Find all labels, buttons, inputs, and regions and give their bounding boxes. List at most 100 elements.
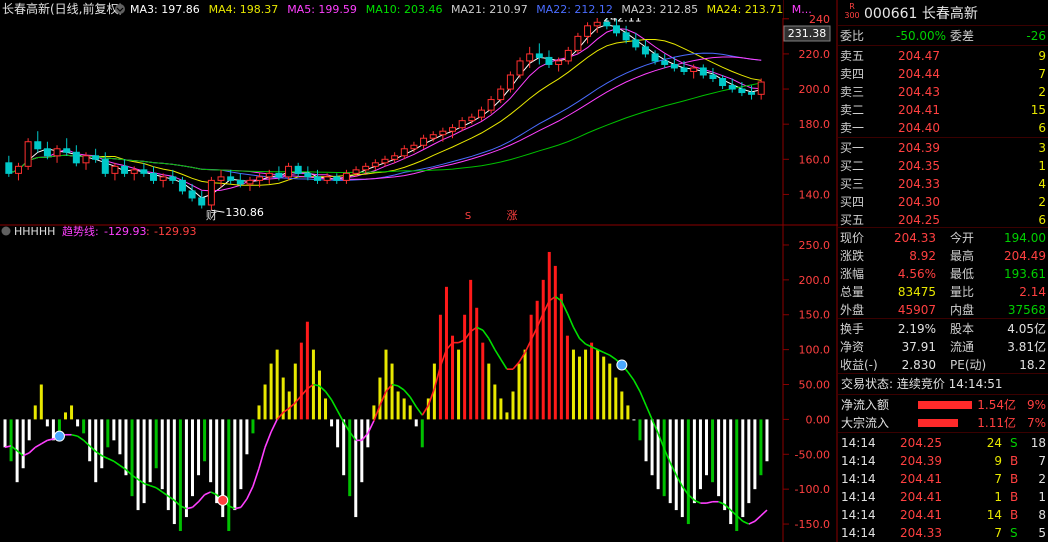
stat-row-2[interactable]: 换手 2.19% 股本 4.05亿 (838, 320, 1048, 338)
candle[interactable] (613, 25, 620, 34)
bid-row[interactable]: 买四 204.30 2 (838, 193, 1048, 211)
candle[interactable] (699, 67, 707, 76)
stat-row[interactable]: 涨跌 8.92 最高 204.49 (838, 247, 1048, 265)
candle[interactable] (304, 172, 312, 178)
candle[interactable] (72, 151, 80, 164)
candle[interactable] (439, 130, 447, 136)
candle[interactable] (709, 74, 717, 80)
candle[interactable] (217, 176, 225, 181)
candle[interactable] (313, 176, 321, 181)
candle[interactable] (680, 67, 688, 72)
candle[interactable] (622, 32, 630, 41)
candle[interactable] (670, 63, 678, 69)
candle[interactable] (391, 155, 399, 160)
stat-row[interactable]: 总量 83475 量比 2.14 (838, 283, 1048, 301)
candle[interactable] (256, 176, 264, 181)
candle[interactable] (468, 116, 476, 122)
candle[interactable] (275, 172, 283, 178)
candle[interactable] (169, 176, 177, 181)
candle[interactable] (449, 127, 457, 132)
candle[interactable] (362, 165, 370, 171)
candle[interactable] (748, 92, 756, 95)
candle[interactable] (584, 25, 592, 37)
candle[interactable] (545, 56, 553, 65)
candle[interactable] (516, 60, 524, 76)
candle[interactable] (574, 35, 582, 51)
candle[interactable] (497, 88, 505, 101)
stat-row-2[interactable]: 收益(-) 2.830 PE(动) 18.2 (838, 356, 1048, 374)
candle[interactable] (651, 53, 659, 62)
signal-dot[interactable] (53, 430, 65, 442)
signal-dot[interactable] (616, 359, 628, 371)
candle[interactable] (265, 172, 273, 178)
bid-row[interactable]: 买二 204.35 1 (838, 157, 1048, 175)
ask-row[interactable]: 卖五 204.47 9 (838, 47, 1048, 65)
candle[interactable] (227, 176, 235, 181)
candle[interactable] (43, 148, 51, 157)
candle[interactable] (323, 176, 331, 181)
ask-row[interactable]: 卖二 204.41 15 (838, 101, 1048, 119)
candle[interactable] (400, 148, 408, 157)
candle[interactable] (555, 60, 563, 65)
candle[interactable] (178, 179, 186, 192)
stat-row[interactable]: 涨幅 4.56% 最低 193.61 (838, 265, 1048, 283)
candle[interactable] (14, 165, 22, 174)
candle[interactable] (641, 46, 649, 55)
candle[interactable] (593, 21, 601, 27)
candle[interactable] (352, 169, 360, 174)
candle[interactable] (333, 176, 341, 181)
candle[interactable] (92, 155, 100, 160)
candle[interactable] (632, 39, 640, 48)
stat-row[interactable]: 外盘 45907 内盘 37568 (838, 301, 1048, 319)
candle[interactable] (487, 99, 495, 111)
candle[interactable] (728, 85, 736, 90)
candle[interactable] (477, 109, 485, 118)
candle[interactable] (246, 179, 254, 185)
candle[interactable] (719, 78, 727, 87)
candle[interactable] (410, 144, 418, 150)
candle[interactable] (371, 162, 379, 167)
candle[interactable] (690, 67, 698, 72)
candle[interactable] (63, 148, 71, 153)
candle[interactable] (53, 148, 61, 157)
candle[interactable] (738, 88, 746, 94)
tick-row[interactable]: 14:14 204.39 9 B 7 (838, 452, 1048, 470)
candle[interactable] (535, 53, 543, 58)
tick-row[interactable]: 14:14 204.41 1 B 1 (838, 488, 1048, 506)
candle[interactable] (294, 165, 302, 174)
candle[interactable] (429, 134, 437, 139)
tick-row[interactable]: 14:14 204.41 14 B 8 (838, 506, 1048, 524)
candle[interactable] (420, 137, 428, 146)
candle[interactable] (140, 169, 148, 174)
bid-row[interactable]: 买三 204.33 4 (838, 175, 1048, 193)
chart-canvas[interactable]: 242.11130.86财S涨140.0160.0180.0200.0220.0… (0, 0, 838, 542)
candle[interactable] (159, 176, 167, 181)
stat-row[interactable]: 现价 204.33 今开 194.00 (838, 229, 1048, 247)
flow-row[interactable]: 大宗流入 1.11亿 7% (838, 414, 1048, 432)
stat-row-2[interactable]: 净资 37.91 流通 3.81亿 (838, 338, 1048, 356)
candle[interactable] (111, 165, 119, 174)
ask-row[interactable]: 卖四 204.44 7 (838, 65, 1048, 83)
ask-row[interactable]: 卖一 204.40 6 (838, 119, 1048, 137)
candle[interactable] (458, 120, 466, 129)
tick-row[interactable]: 14:14 204.41 7 B 2 (838, 470, 1048, 488)
candle[interactable] (150, 172, 157, 181)
candle[interactable] (121, 165, 129, 174)
ask-row[interactable]: 卖三 204.43 2 (838, 83, 1048, 101)
candle[interactable] (757, 81, 765, 95)
candle[interactable] (342, 172, 350, 181)
candle[interactable] (381, 158, 389, 164)
tick-row[interactable]: 14:14 204.25 24 S 18 (838, 434, 1048, 452)
indicator-menu-icon[interactable] (1, 226, 11, 236)
candle[interactable] (5, 162, 13, 174)
bid-row[interactable]: 买一 204.39 3 (838, 139, 1048, 157)
settings-icon[interactable] (115, 4, 125, 14)
candle[interactable] (188, 190, 196, 199)
candle[interactable] (236, 179, 244, 185)
candle[interactable] (564, 49, 572, 62)
candle[interactable] (130, 169, 138, 174)
tick-row[interactable]: 14:14 204.33 7 S 5 (838, 524, 1048, 542)
candle[interactable] (661, 60, 669, 65)
candle[interactable] (198, 197, 206, 206)
candle[interactable] (24, 141, 32, 167)
